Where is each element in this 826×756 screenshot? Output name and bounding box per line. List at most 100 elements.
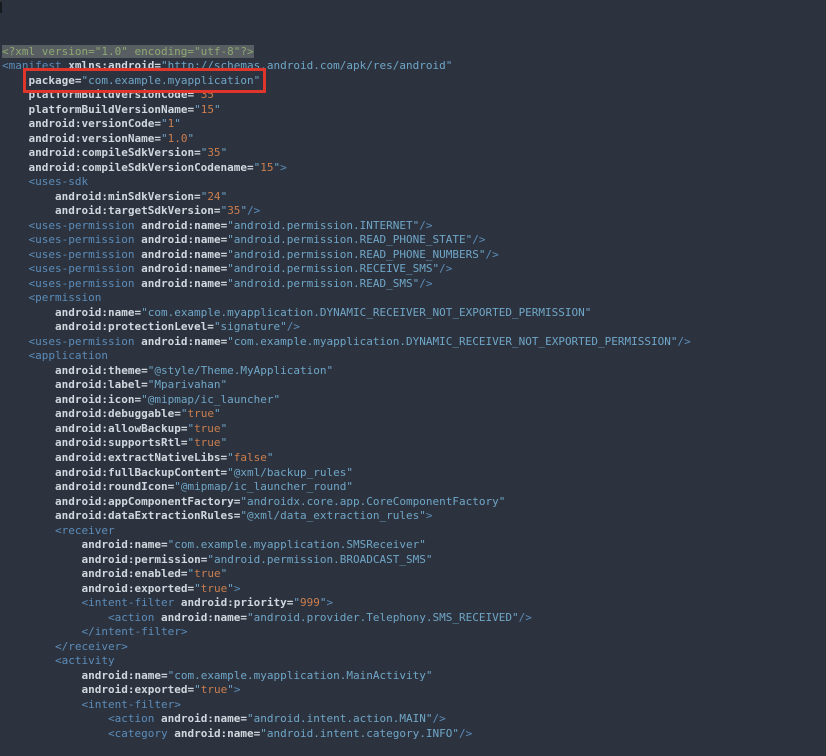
- code-token-tag: />: [419, 219, 432, 232]
- code-token-attr: android:exported=: [81, 683, 194, 696]
- code-line: android:versionName="1.0": [2, 132, 826, 147]
- code-line: <intent-filter>: [2, 698, 826, 713]
- indent: [2, 219, 29, 232]
- code-line: <permission: [2, 291, 826, 306]
- line-text: android:roundIcon="@mipmap/ic_launcher_r…: [55, 480, 353, 493]
- line-text: android:compileSdkVersionCodename="15">: [29, 161, 287, 174]
- code-token-attr: android:name=: [141, 335, 227, 348]
- code-token-tag: <uses-permission: [29, 248, 135, 261]
- code-token-attr: android:versionName=: [29, 132, 161, 145]
- code-token-attr: platformBuildVersionCode=: [29, 88, 195, 101]
- code-line: <category android:name="android.intent.c…: [2, 727, 826, 742]
- code-token-attr: android:name=: [141, 262, 227, 275]
- code-token-plain: [154, 712, 161, 725]
- line-text: <uses-permission android:name="android.p…: [29, 277, 433, 290]
- code-token-str: ": [194, 88, 201, 101]
- line-text: android:label="Mparivahan": [55, 378, 227, 391]
- code-token-tag: />: [459, 727, 472, 740]
- code-token-str: "@xml/data_extraction_rules": [240, 509, 425, 522]
- code-token-tag: <uses-permission: [29, 335, 135, 348]
- line-text: <application: [29, 349, 108, 362]
- indent: [2, 378, 55, 391]
- line-text: <uses-sdk: [29, 175, 89, 188]
- indent: [2, 407, 55, 420]
- code-line: android:roundIcon="@mipmap/ic_launcher_r…: [2, 480, 826, 495]
- code-token-attr: android:compileSdkVersionCodename=: [29, 161, 254, 174]
- line-text: android:name="com.example.myapplication.…: [81, 538, 425, 551]
- code-token-tag: <manifest: [2, 59, 62, 72]
- indent: [2, 538, 81, 551]
- code-token-attr: android:name=: [81, 669, 167, 682]
- code-token-str: "@xml/backup_rules": [227, 466, 353, 479]
- indent: [2, 712, 108, 725]
- code-line: <uses-permission android:name="android.p…: [2, 262, 826, 277]
- code-token-attr: android:exported=: [81, 582, 194, 595]
- code-token-attr: android:compileSdkVersion=: [29, 146, 201, 159]
- code-token-str: ": [194, 683, 201, 696]
- indent: [2, 654, 55, 667]
- code-token-num: true: [201, 582, 228, 595]
- code-token-attr: android:name=: [141, 219, 227, 232]
- code-token-attr: package=: [29, 74, 82, 87]
- code-token-plain: [168, 727, 175, 740]
- line-text: <activity: [55, 654, 115, 667]
- code-line: <uses-permission android:name="android.p…: [2, 248, 826, 263]
- code-token-str: ": [187, 132, 194, 145]
- code-line: android:protectionLevel="signature"/>: [2, 320, 826, 335]
- code-token-decl: <?xml version="1.0" encoding="utf-8"?>: [2, 45, 254, 58]
- line-text: <intent-filter android:priority="999">: [81, 596, 333, 609]
- indent: [2, 640, 55, 653]
- code-token-tag: >: [234, 582, 241, 595]
- code-token-str: "android.permission.READ_SMS": [227, 277, 419, 290]
- code-token-tag: >: [280, 161, 287, 174]
- code-token-str: "com.example.myapplication": [81, 74, 260, 87]
- xml-code-editor[interactable]: <?xml version="1.0" encoding="utf-8"?><m…: [0, 0, 826, 697]
- indent: [2, 625, 81, 638]
- code-line: android:minSdkVersion="24": [2, 190, 826, 205]
- code-line: android:compileSdkVersion="35": [2, 146, 826, 161]
- code-line: android:debuggable="true": [2, 407, 826, 422]
- code-line: <action android:name="android.intent.act…: [2, 712, 826, 727]
- code-token-tag: <action: [108, 712, 154, 725]
- indent: [2, 364, 55, 377]
- indent: [2, 132, 29, 145]
- line-text: <receiver: [55, 524, 115, 537]
- code-line: <uses-permission android:name="com.examp…: [2, 335, 826, 350]
- line-text: android:extractNativeLibs="false": [55, 451, 274, 464]
- code-token-str: "android.provider.Telephony.SMS_RECEIVED…: [247, 611, 519, 624]
- line-text: android:supportsRtl="true": [55, 436, 227, 449]
- code-token-num: true: [194, 567, 221, 580]
- line-text: android:appComponentFactory="androidx.co…: [55, 495, 505, 508]
- code-token-tag: <application: [29, 349, 108, 362]
- indent: [2, 204, 55, 217]
- line-text: android:name="com.example.myapplication.…: [81, 669, 432, 682]
- indent: [2, 74, 29, 87]
- indent: [2, 596, 81, 609]
- line-text: <uses-permission android:name="android.p…: [29, 233, 486, 246]
- code-token-tag: <category: [108, 727, 168, 740]
- code-token-tag: />: [472, 233, 485, 246]
- indent: [2, 524, 55, 537]
- code-token-tag: <intent-filter>: [81, 698, 180, 711]
- indent: [2, 146, 29, 159]
- indent: [2, 175, 29, 188]
- code-token-str: ": [214, 103, 221, 116]
- indent: [2, 393, 55, 406]
- code-token-num: 999: [300, 596, 320, 609]
- code-line: <action android:name="android.provider.T…: [2, 611, 826, 626]
- code-token-tag: <intent-filter: [81, 596, 174, 609]
- code-token-str: ": [227, 683, 234, 696]
- code-token-attr: android:name=: [161, 611, 247, 624]
- indent: [2, 495, 55, 508]
- code-token-str: ": [267, 451, 274, 464]
- selected-line-text: <?xml version="1.0" encoding="utf-8"?>: [2, 45, 254, 58]
- code-token-str: ": [221, 567, 228, 580]
- code-token-plain: [174, 596, 181, 609]
- line-text: android:exported="true">: [81, 683, 240, 696]
- code-token-tag: />: [678, 335, 691, 348]
- code-token-attr: android:name=: [174, 727, 260, 740]
- code-token-attr: android:roundIcon=: [55, 480, 174, 493]
- code-token-num: 24: [207, 190, 220, 203]
- code-token-attr: android:minSdkVersion=: [55, 190, 201, 203]
- line-text: <uses-permission android:name="android.p…: [29, 248, 499, 261]
